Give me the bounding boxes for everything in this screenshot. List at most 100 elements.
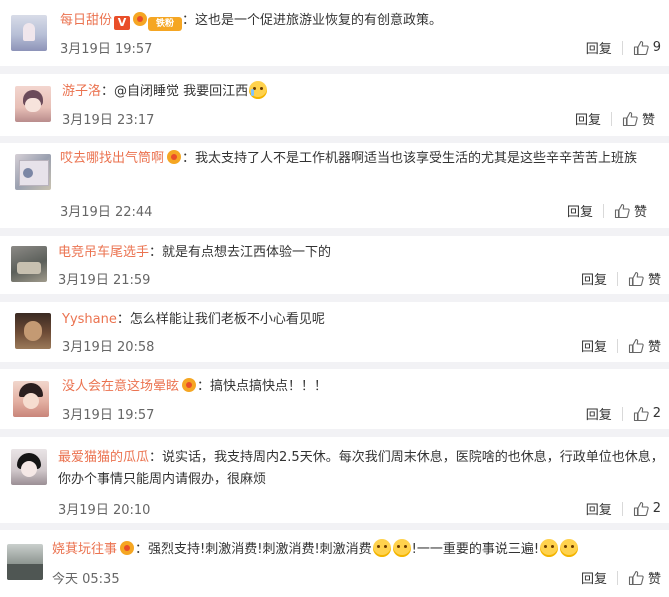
comment-card: 电竞吊车尾选手：就是有点想去江西体验一下的 3月19日 21:59 回复 赞 — [0, 236, 669, 294]
comment-meta: 3月19日 20:10 回复 2 — [58, 499, 661, 519]
comment-actions: 回复 赞 — [581, 568, 661, 587]
colon: ： — [149, 450, 163, 465]
heart-badge-icon — [119, 541, 135, 555]
username[interactable]: 电竞吊车尾选手 — [58, 245, 149, 260]
like-count: 赞 — [633, 205, 647, 220]
divider — [621, 406, 623, 421]
comment-text: 这也是一个促进旅游业恢复的有创意政策。 — [195, 13, 443, 28]
username[interactable]: 游子洛 — [62, 84, 101, 99]
comment-text: 我太支持了人不是工作机器啊适当也该享受生活的尤其是这些辛辛苦苦上班族 — [195, 151, 638, 166]
avatar[interactable] — [11, 15, 47, 51]
emoji-icon — [372, 539, 391, 557]
heart-badge-icon — [132, 12, 148, 26]
colon: ： — [197, 379, 211, 394]
comment-text: 搞快点搞快点！！！ — [210, 379, 328, 394]
reply-button[interactable]: 回复 — [567, 201, 593, 220]
comment-content: 电竞吊车尾选手：就是有点想去江西体验一下的 — [58, 242, 661, 264]
timestamp: 3月19日 20:58 — [62, 340, 155, 355]
reply-button[interactable]: 回复 — [581, 336, 607, 355]
thumbs-up-icon — [622, 111, 638, 126]
comment-actions: 回复 赞 — [567, 201, 647, 220]
comment-card: 最爱猫猫的瓜瓜：说实话，我支持周内2.5天休。每次我们周末休息，医院啥的也休息，… — [0, 437, 669, 523]
comment-actions: 回复 2 — [586, 499, 661, 518]
divider — [602, 203, 604, 218]
like-button[interactable]: 赞 — [614, 201, 647, 220]
reply-button[interactable]: 回复 — [586, 404, 612, 423]
emoji-icon — [540, 539, 559, 557]
username[interactable]: 最爱猫猫的瓜瓜 — [58, 450, 149, 465]
reply-button[interactable]: 回复 — [575, 109, 601, 128]
comment-content: 最爱猫猫的瓜瓜：说实话，我支持周内2.5天休。每次我们周末休息，医院啥的也休息，… — [58, 447, 664, 491]
timestamp: 3月19日 23:17 — [62, 113, 155, 128]
thumbs-up-icon — [628, 338, 644, 353]
comment-text: 就是有点想去江西体验一下的 — [162, 245, 332, 260]
like-count: 赞 — [647, 340, 661, 355]
colon: ： — [101, 84, 115, 99]
thumbs-up-icon — [628, 271, 644, 286]
comment-meta: 今天 05:35 回复 赞 — [52, 568, 661, 588]
username[interactable]: 哎去哪找出气筒啊 — [60, 151, 164, 166]
colon: ： — [182, 151, 196, 166]
username[interactable]: 娆萁坃往事 — [52, 542, 117, 557]
emoji-icon — [560, 539, 579, 557]
divider — [621, 40, 623, 55]
reply-button[interactable]: 回复 — [581, 269, 607, 288]
avatar[interactable] — [7, 544, 43, 580]
like-button[interactable]: 赞 — [628, 568, 661, 587]
comment-actions: 回复 赞 — [575, 109, 655, 128]
comment-content: 游子洛：@自闭睡觉 我要回江西 — [62, 81, 661, 103]
like-button[interactable]: 赞 — [628, 336, 661, 355]
comment-card: 娆萁坃往事 ：强烈支持!刺激消费!刺激消费!刺激消费 !一一重要的事说三遍! 今天 … — [0, 530, 669, 597]
like-count: 赞 — [647, 273, 661, 288]
like-button[interactable]: 2 — [633, 501, 661, 517]
timestamp: 3月19日 20:10 — [58, 503, 151, 518]
comment-actions: 回复 9 — [586, 38, 661, 57]
avatar[interactable] — [15, 313, 51, 349]
comment-content: 哎去哪找出气筒啊 ：我太支持了人不是工作机器啊适当也该享受生活的尤其是这些辛辛苦苦… — [60, 148, 650, 170]
avatar[interactable] — [11, 449, 47, 485]
thumbs-up-icon — [628, 570, 644, 585]
timestamp: 3月19日 19:57 — [60, 42, 153, 57]
thumbs-up-icon — [633, 406, 649, 421]
avatar[interactable] — [13, 381, 49, 417]
comment-actions: 回复 2 — [586, 404, 661, 423]
heart-badge-icon — [181, 378, 197, 392]
comment-meta: 3月19日 22:44 回复 赞 — [60, 201, 661, 221]
thumbs-up-icon — [614, 203, 630, 218]
comment-text: 强烈支持!刺激消费!刺激消费!刺激消费 — [148, 542, 372, 557]
comment-meta: 3月19日 21:59 回复 赞 — [58, 269, 661, 289]
colon: ： — [182, 13, 196, 28]
like-button[interactable]: 9 — [633, 40, 661, 56]
reply-button[interactable]: 回复 — [586, 499, 612, 518]
reply-button[interactable]: 回复 — [586, 38, 612, 57]
like-count: 2 — [652, 406, 661, 421]
divider — [616, 338, 618, 353]
heart-badge-icon — [166, 150, 182, 164]
emoji-icon — [392, 539, 411, 557]
like-button[interactable]: 2 — [633, 406, 661, 422]
username[interactable]: Yyshane — [62, 312, 117, 327]
timestamp: 3月19日 21:59 — [58, 273, 151, 288]
avatar[interactable] — [15, 86, 51, 122]
divider — [621, 501, 623, 516]
like-count: 2 — [652, 501, 661, 516]
avatar[interactable] — [11, 246, 47, 282]
username[interactable]: 每日甜份 — [60, 13, 112, 28]
comment-content: 娆萁坃往事 ：强烈支持!刺激消费!刺激消费!刺激消费 !一一重要的事说三遍! — [52, 539, 662, 561]
colon: ： — [116, 312, 130, 327]
username[interactable]: 没人会在意这场晕眩 — [62, 379, 179, 394]
like-count: 9 — [652, 40, 661, 55]
like-button[interactable]: 赞 — [622, 109, 655, 128]
comment-content: Yyshane：怎么样能让我们老板不小心看见呢 — [62, 309, 661, 331]
divider — [616, 271, 618, 286]
reply-button[interactable]: 回复 — [581, 568, 607, 587]
avatar[interactable] — [15, 154, 51, 190]
divider — [616, 570, 618, 585]
comment-card: Yyshane：怎么样能让我们老板不小心看见呢 3月19日 20:58 回复 赞 — [0, 302, 669, 362]
like-count: 赞 — [641, 113, 655, 128]
comment-card: 没人会在意这场晕眩 ：搞快点搞快点！！！ 3月19日 19:57 回复 2 — [0, 369, 669, 429]
like-button[interactable]: 赞 — [628, 269, 661, 288]
timestamp: 3月19日 22:44 — [60, 205, 153, 220]
colon: ： — [135, 542, 149, 557]
comment-content: 每日甜份 V 铁粉 ：这也是一个促进旅游业恢复的有创意政策。 — [60, 10, 661, 32]
